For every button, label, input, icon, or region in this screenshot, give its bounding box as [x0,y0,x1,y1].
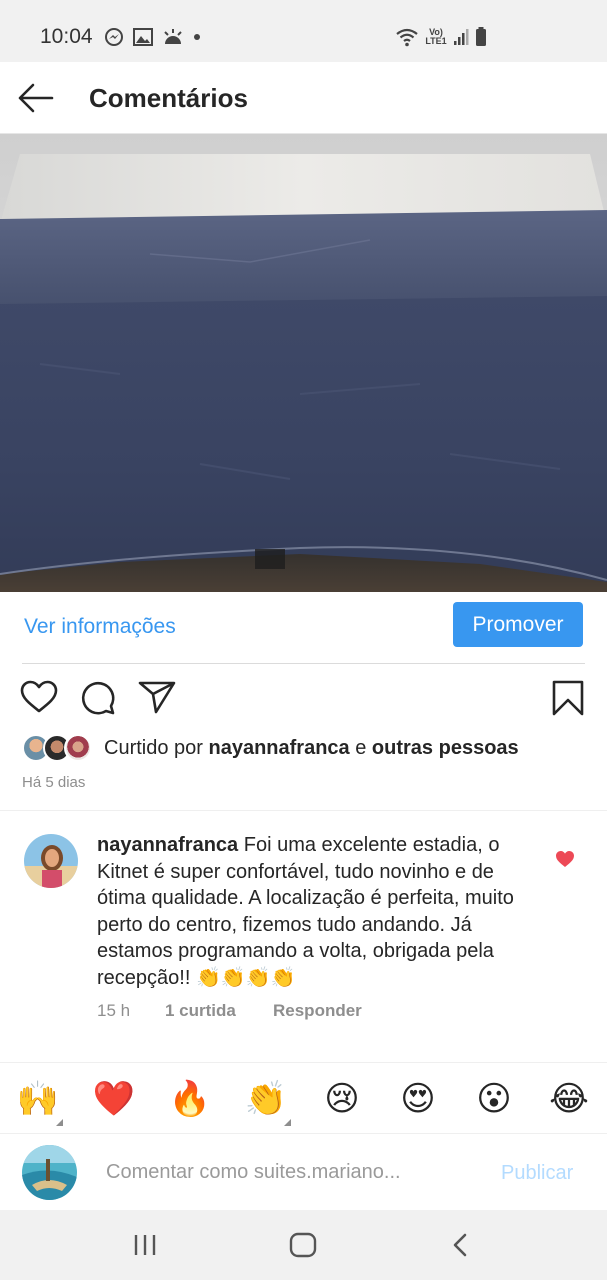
emoji-clapping-hands[interactable]: 👏 [244,1079,288,1119]
comment-text: Foi uma excelente estadia, o Kitnet é su… [97,834,514,989]
commenter-avatar[interactable] [24,834,78,888]
comment-username[interactable]: nayannafranca [97,834,238,856]
like-heart-icon[interactable] [20,680,58,714]
avatar [64,734,92,762]
post-image [0,134,607,592]
emoji-red-heart[interactable]: ❤️ [92,1079,136,1119]
liked-by-joiner: e [349,737,372,759]
bookmark-icon[interactable] [552,680,584,716]
emoji-crying-face[interactable]: 😢 [320,1079,364,1119]
page-title: Comentários [89,83,248,113]
liked-by-text: Curtido por nayannafranca e outras pesso… [104,737,519,760]
emoji-quick-bar: 🙌 ❤️ 🔥 👏 😢 😍 😮 😂 [0,1062,607,1134]
emoji-fire[interactable]: 🔥 [168,1079,212,1119]
back-arrow-icon[interactable] [16,80,54,116]
skin-tone-indicator [284,1119,291,1126]
my-avatar [22,1145,77,1200]
comment-input[interactable] [106,1156,446,1188]
emoji-raising-hands[interactable]: 🙌 [16,1079,60,1119]
recent-apps-icon[interactable] [132,1232,158,1258]
post-action-bar [0,670,607,726]
status-time: 10:04 [40,25,93,48]
liked-by-prefix: Curtido por [104,737,209,759]
emoji-heart-eyes[interactable]: 😍 [396,1079,440,1119]
comment-input-bar: Publicar [0,1134,607,1210]
liker-avatars [22,733,94,763]
publish-button[interactable]: Publicar [501,1162,573,1185]
status-system-icons: Vo) LTE1 [395,27,487,47]
share-send-icon[interactable] [138,680,176,714]
weather-icon [164,29,182,44]
app-header: Comentários [0,62,607,134]
comment-like-heart-icon[interactable] [555,850,575,868]
commenter-photo [24,834,78,888]
post-date: Há 5 dias [22,774,86,791]
volte-label: Vo) LTE1 [425,27,447,46]
divider [22,663,585,664]
liked-by-others[interactable]: outras pessoas [372,737,519,759]
view-info-link[interactable]: Ver informações [24,615,176,639]
system-nav-bar [0,1210,607,1280]
promote-button[interactable]: Promover [453,602,583,647]
back-nav-icon[interactable] [450,1232,470,1258]
my-avatar-photo [22,1145,77,1200]
emoji-tears-of-joy[interactable]: 😂 [547,1079,591,1119]
liked-by-user[interactable]: nayannafranca [209,737,350,759]
reply-button[interactable]: Responder [273,1001,362,1021]
gallery-icon [133,28,153,46]
divider [0,810,607,811]
battery-icon [476,27,486,46]
messenger-icon [105,28,123,46]
bed-photo [0,134,607,592]
comment-likes-count[interactable]: 1 curtida [165,1001,273,1021]
comment-body: nayannafranca Foi uma excelente estadia,… [97,832,537,991]
comment-meta: 15 h 1 curtida Responder [97,1001,362,1021]
home-icon[interactable] [289,1232,317,1258]
skin-tone-indicator [56,1119,63,1126]
likes-row[interactable]: Curtido por nayannafranca e outras pesso… [22,733,602,765]
comment-bubble-icon[interactable] [80,680,116,716]
wifi-icon [396,28,418,47]
status-bar: 10:04 Vo) LTE1 [0,0,607,62]
comment-time: 15 h [97,1001,131,1020]
more-notifications-icon [194,34,200,40]
promo-bar: Ver informações Promover [0,592,607,664]
signal-icon [454,29,469,45]
emoji-surprised-face[interactable]: 😮 [472,1079,516,1119]
status-notification-icons [104,27,201,47]
